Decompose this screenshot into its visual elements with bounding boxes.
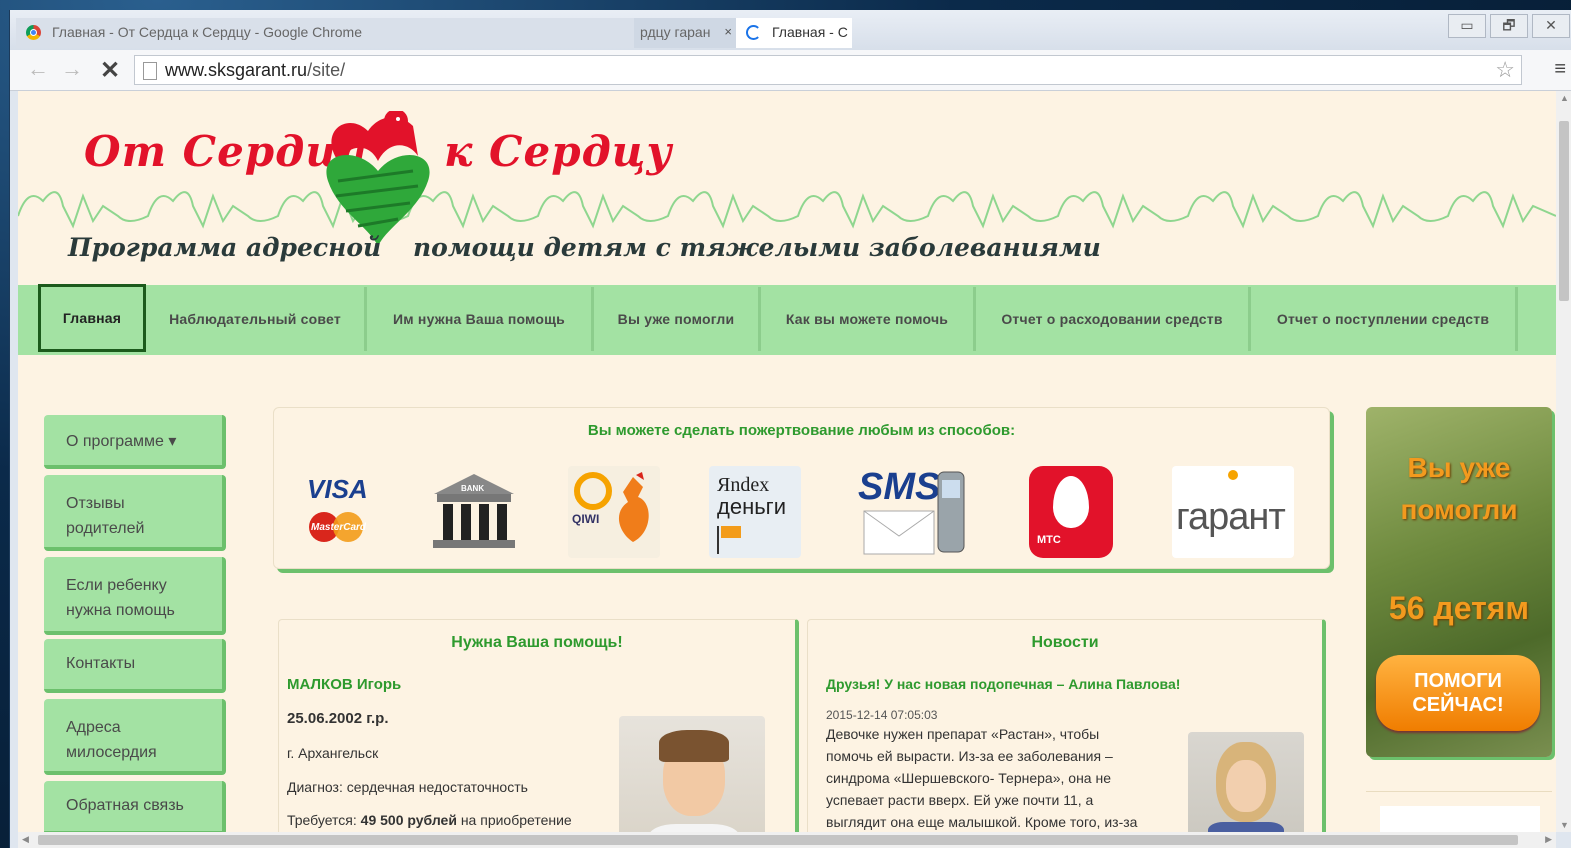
sidebar-item-about[interactable]: О программе ▾ [44, 415, 226, 469]
donation-methods-panel: Вы можете сделать пожертвование любым из… [273, 407, 1330, 569]
sidebar-item-contacts[interactable]: Контакты [44, 639, 226, 693]
loading-icon [746, 25, 761, 40]
help-now-button[interactable]: ПОМОГИ СЕЙЧАС! [1376, 655, 1540, 731]
qiwi-logo[interactable]: QIWI [568, 466, 660, 558]
scroll-down-icon[interactable]: ▼ [1560, 820, 1569, 830]
donation-title: Вы можете сделать пожертвование любым из… [587, 422, 1016, 439]
back-arrow-icon[interactable]: ← [24, 56, 52, 82]
news-line: успевает расти вверх. Ей уже почти 11, а [826, 792, 1094, 808]
bank-icon [433, 474, 515, 548]
ekg-hearts-decoration [18, 191, 1556, 229]
tagline: Программа адресной помощи детям с тяжелы… [68, 233, 1101, 262]
stop-icon[interactable]: ✕ [96, 56, 124, 85]
page-viewport: От Сердца к Сердцу Программа адресной по… [18, 91, 1556, 832]
vertical-scrollbar[interactable]: ▲ ▼ [1556, 91, 1571, 832]
forward-arrow-icon[interactable]: → [58, 56, 86, 82]
minimize-button[interactable]: ▭ [1448, 14, 1486, 38]
news-line: помочь ей вырасти. Из-за ее заболевания … [826, 748, 1113, 764]
tab-second[interactable]: рдцу гаран × [634, 18, 738, 48]
envelope-phone-icon [863, 471, 965, 555]
address-bar[interactable]: www.sksgarant.ru/site/ ☆ [134, 55, 1522, 85]
scrollbar-thumb[interactable] [38, 835, 1518, 845]
tab-active[interactable]: Главная - С [736, 18, 852, 48]
tab-title: рдцу гаран [640, 24, 711, 40]
sms-logo[interactable]: SMS [854, 466, 972, 558]
news-date: 2015-12-14 07:05:03 [826, 708, 938, 722]
close-icon[interactable]: × [724, 18, 732, 46]
scroll-left-icon[interactable]: ◀ [22, 834, 29, 845]
close-window-button[interactable]: ✕ [1532, 14, 1570, 38]
news-line: Девочке нужен препарат «Растан», чтобы [826, 726, 1100, 742]
tab-strip: Главная - От Сердца к Сердцу - Google Ch… [10, 10, 1571, 50]
restore-button[interactable]: 🗗 [1490, 14, 1528, 38]
tab-title: Главная - От Сердца к Сердцу - Google Ch… [52, 24, 362, 40]
url-text: www.sksgarant.ru/site/ [165, 60, 346, 80]
right-widget-box [1366, 791, 1552, 832]
sidebar-item-addresses[interactable]: Адреса милосердия [44, 699, 226, 775]
nav-income-report[interactable]: Отчет о поступлении средств [1251, 287, 1518, 351]
sidebar-item-feedback[interactable]: Обратная связь [44, 781, 226, 832]
need-help-title: Нужна Ваша помощь! [451, 634, 623, 651]
sidebar-item-if-child-needs-help[interactable]: Если ребенку нужна помощь [44, 557, 226, 635]
news-panel: Новости Друзья! У нас новая подопечная –… [807, 619, 1326, 832]
diagnosis: Диагноз: сердечная недостаточность [287, 779, 528, 795]
news-line: синдрома «Шершевского- Тернера», она не [826, 770, 1111, 786]
nav-how-to-help[interactable]: Как вы можете помочь [761, 287, 976, 351]
child-name-link[interactable]: МАЛКОВ Игорь [287, 676, 401, 693]
nav-home[interactable]: Главная [38, 284, 146, 352]
tab-title: Главная - С [772, 24, 848, 40]
window-controls: ▭ 🗗 ✕ [1448, 14, 1570, 38]
star-icon[interactable]: ☆ [1495, 57, 1515, 83]
nav-board[interactable]: Наблюдательный совет [146, 287, 367, 351]
horizontal-scrollbar[interactable]: ◀ ▶ [18, 832, 1556, 848]
browser-window: Главная - От Сердца к Сердцу - Google Ch… [9, 10, 1571, 848]
news-title: Новости [1031, 634, 1099, 651]
city: г. Архангельск [287, 745, 379, 761]
scrollbar-thumb[interactable] [1559, 121, 1569, 301]
bank-logo[interactable]: BANK [429, 466, 519, 558]
visa-mastercard-logo[interactable]: VISA MasterCard [299, 466, 379, 558]
scroll-up-icon[interactable]: ▲ [1560, 93, 1569, 103]
sidebar-item-reviews[interactable]: Отзывы родителей [44, 475, 226, 551]
scroll-right-icon[interactable]: ▶ [1545, 834, 1552, 845]
nav-already-helped[interactable]: Вы уже помогли [594, 287, 761, 351]
tab-main[interactable]: Главная - От Сердца к Сердцу - Google Ch… [16, 18, 636, 48]
logo-right-text: к Сердцу [444, 127, 673, 176]
chrome-icon [26, 25, 41, 40]
already-helped-banner[interactable]: Вы уже помогли 56 детям ПОМОГИ СЕЙЧАС! [1366, 407, 1552, 757]
browser-toolbar: ← → ✕ www.sksgarant.ru/site/ ☆ ≡ [10, 50, 1571, 91]
rooster-icon [618, 472, 649, 542]
page-icon [143, 62, 157, 80]
child-photo[interactable] [619, 716, 765, 832]
main-navigation: Главная Наблюдательный совет Им нужна Ва… [18, 284, 1556, 355]
yandex-money-logo[interactable]: Яndex деньги [709, 466, 801, 558]
mts-logo[interactable]: МТС [1029, 466, 1113, 558]
news-line: выглядит она еще малышкой. Кроме того, и… [826, 814, 1138, 830]
nav-expense-report[interactable]: Отчет о расходовании средств [976, 287, 1251, 351]
news-headline-link[interactable]: Друзья! У нас новая подопечная – Алина П… [826, 676, 1180, 692]
nav-need-help[interactable]: Им нужна Ваша помощь [367, 287, 594, 351]
news-photo[interactable] [1188, 732, 1304, 832]
required-amount: Требуется: 49 500 рублей на приобретение [287, 812, 572, 828]
garant-logo[interactable]: гарант [1172, 466, 1294, 558]
need-help-panel: Нужна Ваша помощь! МАЛКОВ Игорь 25.06.20… [278, 619, 799, 832]
menu-icon[interactable]: ≡ [1554, 58, 1566, 81]
birth-date: 25.06.2002 г.р. [287, 710, 389, 727]
